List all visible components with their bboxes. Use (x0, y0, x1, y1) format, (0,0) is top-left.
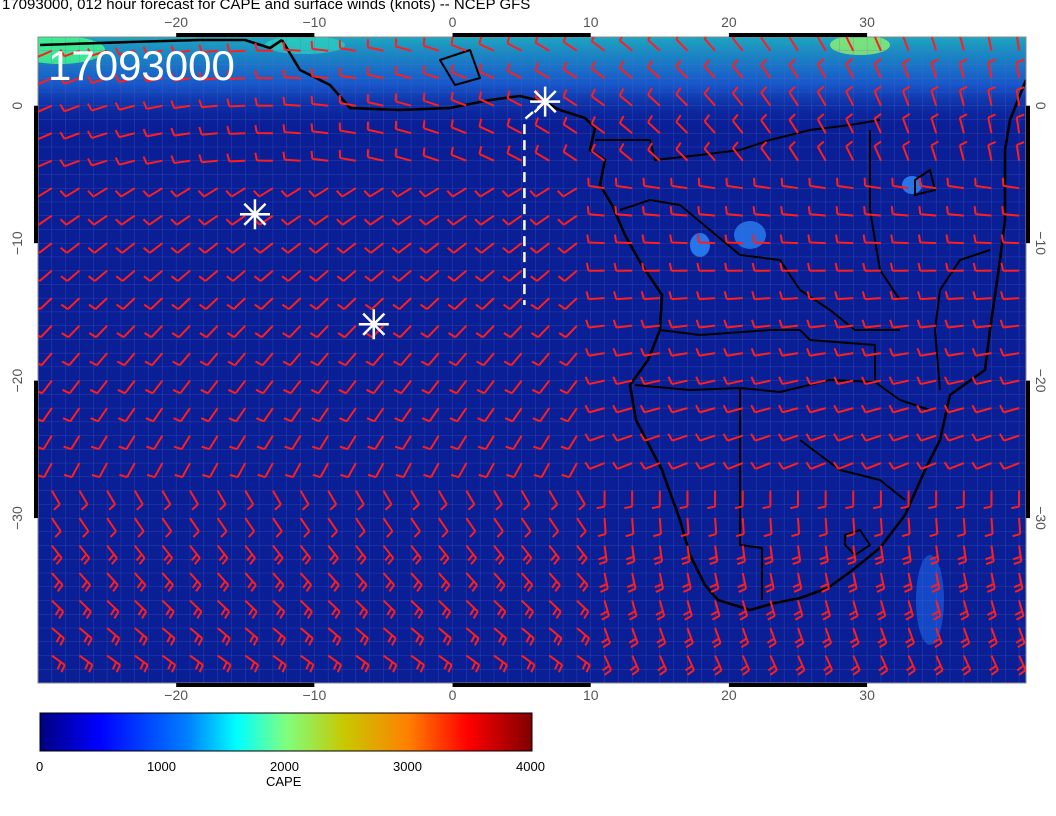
lon-tick-label-bottom: 10 (583, 687, 599, 703)
lat-tick-label-right: 0 (1033, 102, 1049, 110)
colorbar-label: CAPE (266, 774, 302, 789)
colorbar-tick-label: 2000 (270, 759, 299, 774)
frame-bar (34, 105, 38, 244)
lon-tick-label-top: −20 (164, 14, 188, 30)
lon-tick-label-bottom: −20 (164, 687, 188, 703)
frame-bar (1026, 105, 1030, 244)
lon-tick-label-bottom: −10 (302, 687, 326, 703)
cape-patch (734, 221, 766, 249)
lon-tick-label-bottom: 20 (721, 687, 737, 703)
cape-patch (916, 555, 944, 645)
lon-tick-label-top: 30 (859, 14, 875, 30)
colorbar-tick-label: 3000 (393, 759, 422, 774)
frame-bar (176, 683, 315, 687)
frame-bar (176, 33, 315, 37)
cape-patch (690, 233, 710, 257)
map-figure: −20 −20 −10 −10 0 0 10 10 20 20 30 30 0 0 −10 −10 −20 −20… (9, 14, 1049, 752)
frame-bar (728, 33, 868, 37)
frame-bar (34, 380, 38, 519)
lat-tick-label-left: −30 (9, 506, 25, 530)
cape-high-patch (265, 37, 345, 54)
frame-bar (452, 683, 591, 687)
colorbar-tick-label: 0 (36, 759, 44, 774)
lon-tick-label-top: 20 (721, 14, 737, 30)
lon-tick-label-bottom: 0 (449, 687, 457, 703)
frame-bar (452, 33, 591, 37)
lat-tick-label-left: 0 (9, 102, 25, 110)
lon-tick-label-bottom: 30 (859, 687, 875, 703)
asterisk-marker (239, 199, 270, 230)
lat-tick-label-left: −10 (9, 231, 25, 255)
colorbar (39, 712, 533, 752)
asterisk-marker (530, 86, 561, 117)
frame-bar (728, 683, 868, 687)
colorbar-tick-label: 4000 (516, 759, 545, 774)
lat-tick-label-left: −20 (9, 369, 25, 393)
asterisk-marker (358, 309, 389, 340)
lat-tick-label-right: −10 (1033, 231, 1049, 255)
colorbar-tick-label: 1000 (147, 759, 176, 774)
lon-tick-label-top: 10 (583, 14, 599, 30)
lon-tick-label-top: 0 (449, 14, 457, 30)
frame-bar (1026, 380, 1030, 519)
lon-tick-label-top: −10 (302, 14, 326, 30)
lat-tick-label-right: −20 (1033, 369, 1049, 393)
date-stamp: 17093000 (48, 42, 235, 89)
lat-tick-label-right: −30 (1033, 506, 1049, 530)
